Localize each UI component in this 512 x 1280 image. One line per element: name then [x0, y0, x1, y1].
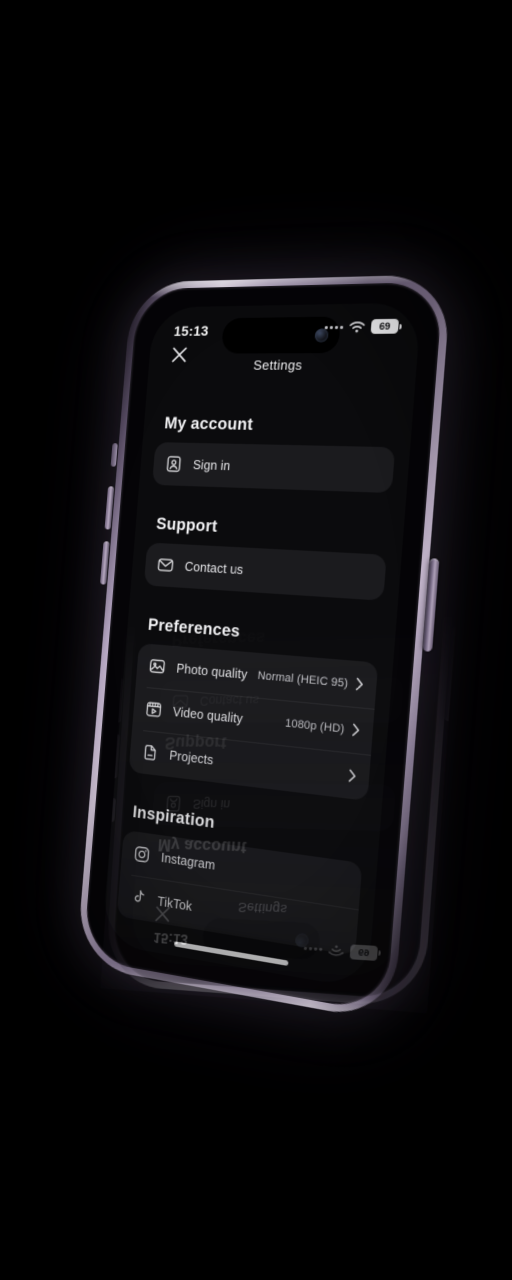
settings-row-label: Sign in [192, 457, 231, 473]
front-camera [314, 328, 329, 342]
settings-row-label: TikTok [156, 893, 193, 914]
page-title: Settings [252, 357, 303, 373]
document-icon [141, 742, 160, 763]
contact-card-icon [164, 454, 183, 473]
signal-dots-icon [324, 325, 344, 329]
section-card-my-account: Sign in [152, 442, 396, 494]
status-bar-time: 15:13 [173, 322, 210, 339]
envelope-icon [156, 555, 175, 575]
section-header-my-account: My account [163, 414, 254, 434]
status-bar-indicators: 69 [324, 318, 400, 335]
tiktok-icon [129, 887, 148, 909]
power-button[interactable] [444, 626, 462, 722]
phone-screen: 15:13 69 Settings My account Sign in Sup… [101, 302, 422, 990]
settings-row-label: Contact us [184, 559, 244, 577]
settings-row-value: Normal (HEIC 95) [257, 669, 349, 690]
settings-row-value: 1080p (HD) [284, 716, 345, 736]
settings-row-label: Projects [168, 747, 214, 768]
settings-list[interactable]: My account Sign in Support Contact us Pr… [102, 390, 415, 990]
section-header-support: Support [155, 514, 219, 536]
screenshot-stage: 15:13 69 Settings My account Sign in Sup… [0, 0, 512, 1280]
megaphone-icon [120, 989, 139, 990]
list-bottom-fade [101, 909, 371, 990]
section-card-preferences: Photo quality Normal (HEIC 95) Video qua… [128, 643, 379, 801]
wifi-icon [348, 320, 367, 332]
settings-row-label: Video quality [172, 704, 244, 726]
instagram-icon [132, 844, 151, 866]
settings-row-sign-in[interactable]: Sign in [152, 442, 395, 493]
battery-indicator: 69 [370, 318, 400, 334]
phone-device: 15:13 69 Settings My account Sign in Sup… [72, 270, 457, 1028]
settings-row-projects[interactable]: Projects [129, 729, 371, 801]
image-icon [148, 656, 167, 677]
settings-row-label: Instagram [160, 850, 216, 873]
settings-row-contact-us[interactable]: Contact us [144, 542, 387, 600]
settings-row-label: Photo quality [175, 660, 248, 682]
section-card-support: Contact us [143, 542, 387, 601]
video-icon [144, 699, 163, 720]
chevron-right-icon [348, 769, 357, 784]
